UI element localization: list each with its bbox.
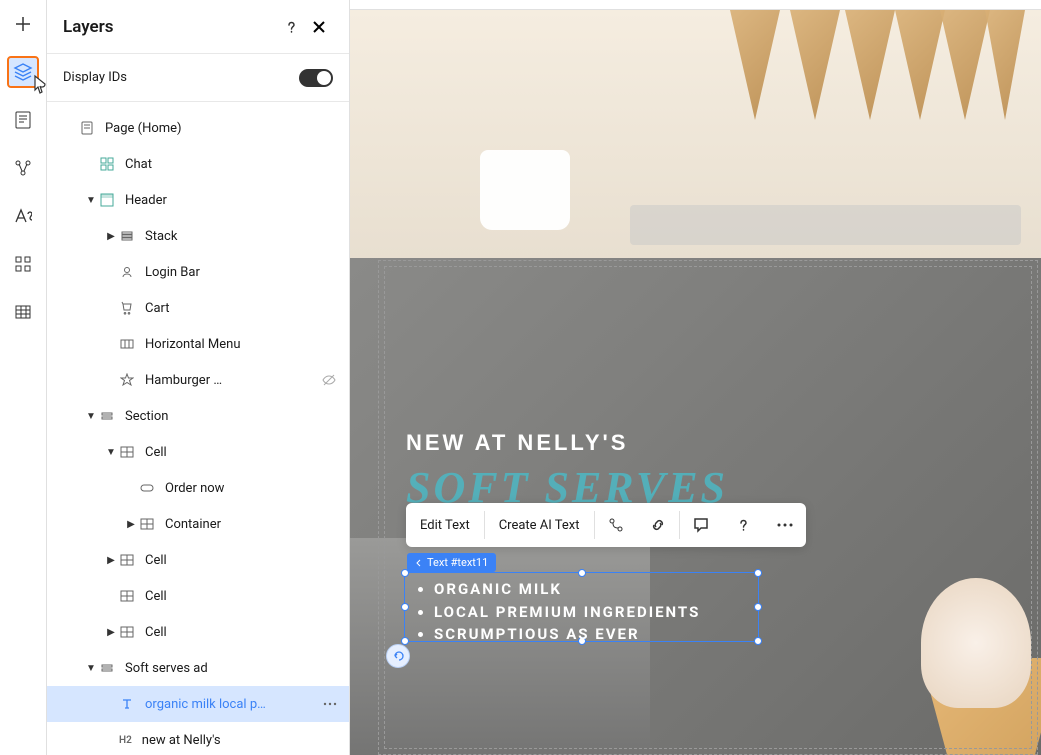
close-button[interactable] (305, 13, 333, 41)
table-tool[interactable] (7, 296, 39, 328)
heading-small: NEW AT NELLY'S (406, 430, 728, 456)
create-ai-text-button[interactable]: Create AI Text (485, 503, 594, 547)
bullet-text[interactable]: ORGANIC MILK LOCAL PREMIUM INGREDIENTS S… (418, 578, 700, 646)
pages-tool[interactable] (7, 104, 39, 136)
link-button[interactable] (637, 503, 679, 547)
section-icon (99, 408, 115, 424)
tree-label: Cell (145, 553, 337, 568)
tree-row[interactable]: Hamburger … (47, 362, 349, 398)
undo-badge[interactable] (386, 644, 410, 668)
menu-icon (119, 336, 135, 352)
tree-label: Cart (145, 301, 337, 316)
help-button[interactable] (277, 13, 305, 41)
tree-label: Container (165, 517, 337, 532)
tree-row[interactable]: Cart (47, 290, 349, 326)
cell-icon (119, 552, 135, 568)
tree-row[interactable]: ▶Container (47, 506, 349, 542)
cell-icon (139, 516, 155, 532)
tree-label: organic milk local p… (145, 697, 323, 712)
section-icon (99, 660, 115, 676)
cell-icon (119, 444, 135, 460)
display-ids-toggle[interactable] (299, 69, 333, 87)
grid-tool[interactable] (7, 248, 39, 280)
tree-row[interactable]: Cell (47, 578, 349, 614)
add-tool[interactable] (7, 8, 39, 40)
typography-tool[interactable] (7, 200, 39, 232)
selection-badge[interactable]: Text #text11 (407, 553, 496, 572)
layer-tree[interactable]: Page (Home) Chat ▼Header▶Stack Login Bar Car… (47, 102, 349, 755)
tree-label: Horizontal Menu (145, 337, 337, 352)
cart-icon (119, 300, 135, 316)
tree-label: Cell (145, 445, 337, 460)
user-icon (119, 264, 135, 280)
tree-row[interactable]: ▶Cell (47, 542, 349, 578)
left-toolbar (0, 0, 47, 755)
display-ids-label: Display IDs (63, 70, 299, 85)
tree-label: Chat (125, 157, 337, 172)
edit-text-button[interactable]: Edit Text (406, 503, 484, 547)
page-icon (79, 120, 95, 136)
tree-label: Cell (145, 625, 337, 640)
tree-row[interactable]: H2new at Nelly's (47, 722, 349, 755)
tree-row[interactable]: ▼Soft serves ad (47, 650, 349, 686)
more-button[interactable] (764, 503, 806, 547)
tree-label: Page (Home) (105, 121, 337, 136)
heading-block: NEW AT NELLY'S SOFT SERVES (406, 430, 728, 513)
tree-label: new at Nelly's (142, 733, 337, 748)
animation-button[interactable] (595, 503, 637, 547)
button-icon (139, 480, 155, 496)
tree-label: Login Bar (145, 265, 337, 280)
chat-g-icon (99, 156, 115, 172)
cell-icon (119, 588, 135, 604)
text-icon (119, 696, 135, 712)
help-context-button[interactable] (722, 503, 764, 547)
hero-image-top (350, 10, 1041, 260)
tree-label: Hamburger … (145, 373, 321, 388)
tree-label: Cell (145, 589, 337, 604)
tree-row[interactable]: ▶Stack (47, 218, 349, 254)
more-icon[interactable] (323, 702, 337, 706)
header-g-icon (99, 192, 115, 208)
tree-row[interactable]: Horizontal Menu (47, 326, 349, 362)
display-ids-row: Display IDs (47, 54, 349, 102)
tree-row[interactable]: Page (Home) (47, 110, 349, 146)
layers-tool[interactable] (7, 56, 39, 88)
stack-icon (119, 228, 135, 244)
tree-row[interactable]: ▼Section (47, 398, 349, 434)
tree-label: Order now (165, 481, 337, 496)
tree-row[interactable]: Order now (47, 470, 349, 506)
tree-label: Header (125, 193, 337, 208)
tree-row[interactable]: ▼Cell (47, 434, 349, 470)
connections-tool[interactable] (7, 152, 39, 184)
panel-header: Layers (47, 0, 349, 54)
tree-label: Section (125, 409, 337, 424)
tree-row[interactable]: Chat (47, 146, 349, 182)
tree-row[interactable]: ▼Header (47, 182, 349, 218)
star-icon (119, 372, 135, 388)
tree-label: Soft serves ad (125, 661, 337, 676)
comment-button[interactable] (680, 503, 722, 547)
canvas[interactable]: NEW AT NELLY'S SOFT SERVES Edit Text Cre… (350, 0, 1041, 755)
floating-toolbar: Edit Text Create AI Text (406, 503, 806, 547)
cell-icon (119, 624, 135, 640)
tree-row[interactable]: Login Bar (47, 254, 349, 290)
layers-panel: Layers Display IDs Page (Home) Chat ▼Heade… (47, 0, 350, 755)
tree-row[interactable]: organic milk local p… (47, 686, 349, 722)
tree-row[interactable]: ▶Cell (47, 614, 349, 650)
hidden-icon[interactable] (321, 372, 337, 388)
tree-label: Stack (145, 229, 337, 244)
panel-title: Layers (63, 17, 277, 37)
